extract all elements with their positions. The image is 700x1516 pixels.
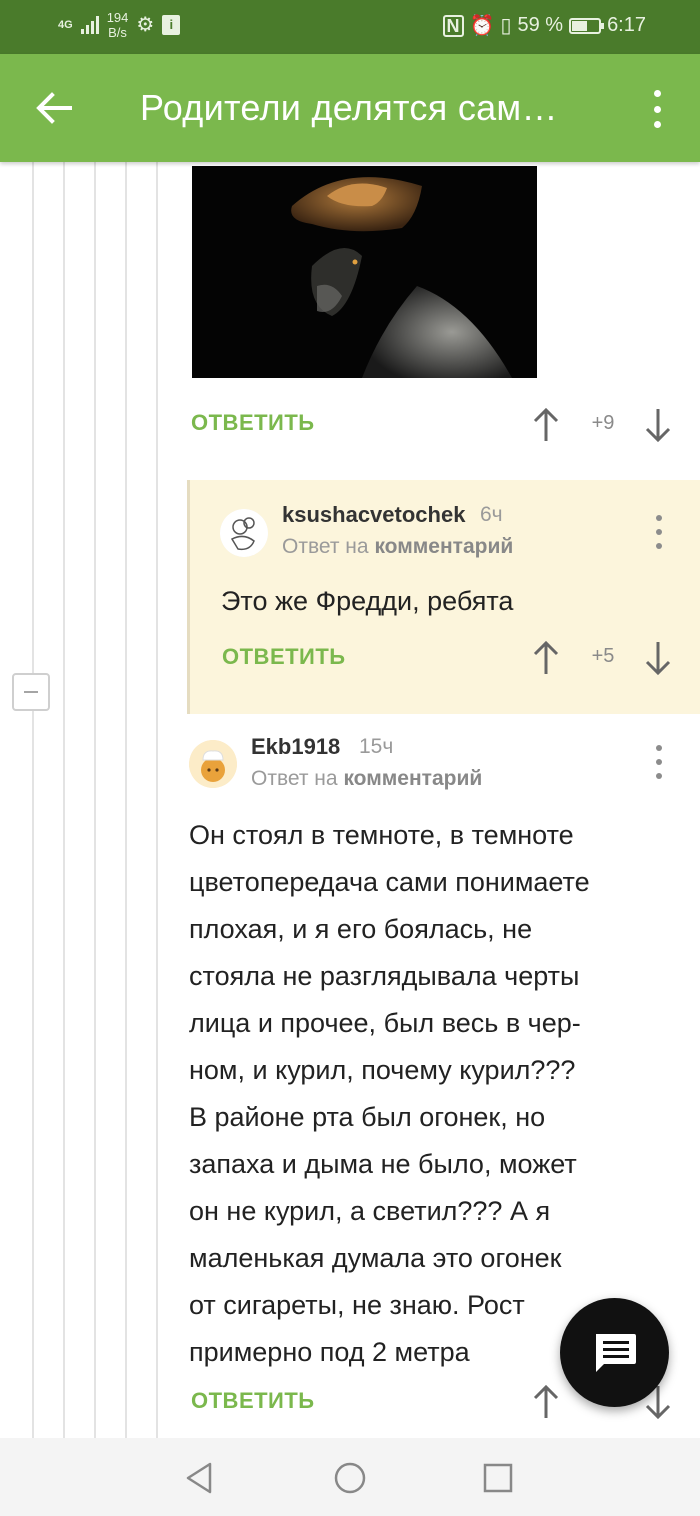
comment-line: плохая, и я его боялась, не xyxy=(189,914,533,944)
thread-line xyxy=(94,162,96,1438)
comment-icon xyxy=(596,1334,636,1372)
reply-link[interactable]: ОТВЕТИТЬ xyxy=(191,410,315,436)
nav-recents-icon[interactable] xyxy=(478,1458,518,1498)
upvote-icon[interactable] xyxy=(528,1382,564,1422)
back-button[interactable] xyxy=(30,84,78,132)
arrow-left-icon xyxy=(36,92,72,124)
comment-username[interactable]: Ekb1918 xyxy=(251,734,340,760)
comment-line: маленькая думала это огонек xyxy=(189,1243,562,1273)
downvote-icon[interactable] xyxy=(640,638,676,678)
reply-to-label: Ответ на комментарий xyxy=(282,535,514,558)
user-avatar-icon xyxy=(220,509,268,557)
chef-avatar-icon xyxy=(189,740,237,788)
upvote-icon[interactable] xyxy=(528,405,564,445)
more-vert-icon xyxy=(656,515,662,521)
more-vert-icon xyxy=(656,745,662,751)
battery-icon xyxy=(569,17,605,34)
photo-image xyxy=(192,166,537,378)
avatar[interactable] xyxy=(220,509,268,557)
comment-line: Он стоял в темноте, в темноте xyxy=(189,820,574,850)
settings-icon: ⚙ xyxy=(136,14,155,36)
signal-icon xyxy=(80,16,99,34)
comment-image[interactable] xyxy=(192,166,537,378)
speed-value: 194 xyxy=(106,10,129,25)
reply-to-link[interactable]: комментарий xyxy=(374,535,513,558)
comment-text: Он стоял в темноте, в темноте цветоперед… xyxy=(189,812,659,1376)
comment-line: цветопередача сами понимаете xyxy=(189,867,590,897)
clock: 6:17 xyxy=(607,14,646,36)
reply-to-label: Ответ на комментарий xyxy=(251,767,483,790)
comment-more-button[interactable] xyxy=(651,515,667,549)
nfc-icon: N xyxy=(442,14,464,37)
status-right: N ⏰ ▯ 59 % 6:17 xyxy=(442,13,646,38)
thread-line xyxy=(32,162,34,1438)
network-speed: 194 B/s xyxy=(107,10,129,40)
reply-link[interactable]: ОТВЕТИТЬ xyxy=(191,1388,315,1414)
alarm-icon: ⏰ xyxy=(469,15,495,37)
thread-line xyxy=(156,162,158,1438)
comment-score: +9 xyxy=(591,412,615,434)
comment-line: он не курил, а светил??? А я xyxy=(189,1196,551,1226)
app-bar: Родители делятся сам… xyxy=(0,54,700,162)
comment-more-button[interactable] xyxy=(651,745,667,779)
comment-line: запаха и дыма не было, может xyxy=(189,1149,577,1179)
more-options-button[interactable] xyxy=(642,86,672,132)
write-comment-button[interactable] xyxy=(560,1298,669,1407)
comment-line: В районе рта был огонек, но xyxy=(189,1102,546,1132)
thread-line xyxy=(63,162,65,1438)
thread-line xyxy=(125,162,127,1438)
speed-unit: B/s xyxy=(108,25,127,40)
comment-time: 6ч xyxy=(480,503,503,526)
status-bar: 4G 194 B/s ⚙ i N ⏰ ▯ 59 % 6:17 xyxy=(0,0,700,54)
more-vert-icon xyxy=(653,90,661,97)
comment-text: Это же Фредди, ребята xyxy=(221,586,514,616)
comment-line: лица и прочее, был весь в чер- xyxy=(189,1008,581,1038)
battery-percent: 59 % xyxy=(517,14,564,36)
comment-score: +5 xyxy=(591,645,615,667)
notification-icon: i xyxy=(162,15,181,35)
system-nav-bar xyxy=(0,1438,700,1516)
avatar[interactable] xyxy=(189,740,237,788)
comment-line: ном, и курил, почему курил??? xyxy=(189,1055,576,1085)
vibrate-icon: ▯ xyxy=(500,15,512,37)
comment-line: стояла не разглядывала черты xyxy=(189,961,580,991)
reply-link[interactable]: ОТВЕТИТЬ xyxy=(222,644,346,670)
nav-home-icon[interactable] xyxy=(330,1458,370,1498)
comment-username[interactable]: ksushacvetochek xyxy=(282,502,465,528)
reply-to-link[interactable]: комментарий xyxy=(343,767,482,790)
network-type: 4G xyxy=(58,18,73,31)
downvote-icon[interactable] xyxy=(640,405,676,445)
comment-time: 15ч xyxy=(359,735,394,758)
page-title: Родители делятся сам… xyxy=(140,87,558,128)
upvote-icon[interactable] xyxy=(528,638,564,678)
nav-back-icon[interactable] xyxy=(180,1458,220,1498)
collapse-thread-button[interactable] xyxy=(12,673,50,711)
status-left: 4G 194 B/s ⚙ i xyxy=(58,10,181,40)
